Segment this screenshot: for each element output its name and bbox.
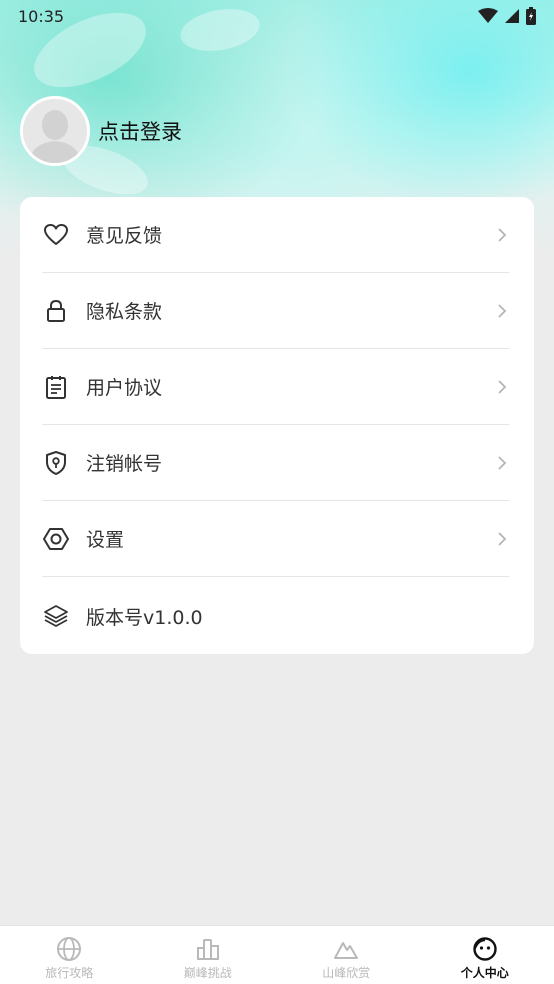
layers-icon <box>42 602 70 630</box>
lock-icon <box>42 297 70 325</box>
menu-item-privacy[interactable]: 隐私条款 <box>42 273 509 349</box>
menu-item-label: 设置 <box>86 529 125 551</box>
tab-label: 巅峰挑战 <box>183 966 232 980</box>
menu-item-user-agreement[interactable]: 用户协议 <box>42 349 509 425</box>
tab-label: 山峰欣赏 <box>322 966 371 980</box>
status-time: 10:35 <box>18 6 65 26</box>
menu-item-label: 注销帐号 <box>86 453 163 475</box>
tab-mountain-view[interactable]: 山峰欣赏 <box>277 926 416 984</box>
mountain-icon <box>334 942 359 959</box>
chevron-right-icon <box>498 303 507 318</box>
version-label: 版本号v1.0.0 <box>86 606 203 629</box>
menu-item-label: 用户协议 <box>86 377 163 399</box>
login-prompt[interactable]: 点击登录 <box>98 116 182 146</box>
hexagon-settings-icon <box>42 525 70 553</box>
chevron-right-icon <box>498 531 507 546</box>
chevron-right-icon <box>498 455 507 470</box>
menu-item-delete-account[interactable]: 注销帐号 <box>42 425 509 501</box>
tab-travel-guide[interactable]: 旅行攻略 <box>0 926 139 984</box>
profile-header[interactable]: 点击登录 <box>20 96 182 166</box>
globe-icon <box>57 937 82 961</box>
chevron-right-icon <box>498 227 507 242</box>
menu-item-version: 版本号v1.0.0 <box>42 578 509 654</box>
shield-key-icon <box>42 449 70 477</box>
tab-label: 个人中心 <box>460 966 509 980</box>
tab-personal-center[interactable]: 个人中心 <box>416 926 554 984</box>
status-bar: 10:35 <box>0 0 554 32</box>
smile-face-icon <box>473 937 497 961</box>
chevron-right-icon <box>498 379 507 394</box>
menu-card: 意见反馈 隐私条款 用户协议 注销帐号 设置 版本号v1.0.0 <box>20 197 534 654</box>
screen: 10:35 点击登录 意见反馈 隐私条款 用户协议 注销帐号 设置 版本号v1.… <box>0 0 554 984</box>
tab-label: 旅行攻略 <box>45 966 94 980</box>
heart-icon <box>42 221 70 249</box>
menu-item-feedback[interactable]: 意见反馈 <box>42 197 509 273</box>
default-avatar-icon <box>23 99 87 163</box>
avatar[interactable] <box>20 96 90 166</box>
cellular-signal-icon <box>505 9 519 23</box>
battery-icon <box>526 7 536 25</box>
menu-item-label: 意见反馈 <box>86 225 163 247</box>
status-icons <box>478 7 536 25</box>
wifi-icon <box>478 8 498 23</box>
bottom-tab-bar: 旅行攻略 巅峰挑战 山峰欣赏 个人中心 <box>0 925 554 984</box>
tab-peak-challenge[interactable]: 巅峰挑战 <box>139 926 278 984</box>
clipboard-icon <box>42 373 70 401</box>
menu-item-settings[interactable]: 设置 <box>42 501 509 577</box>
menu-item-label: 隐私条款 <box>86 301 163 323</box>
bar-chart-icon <box>196 939 219 960</box>
